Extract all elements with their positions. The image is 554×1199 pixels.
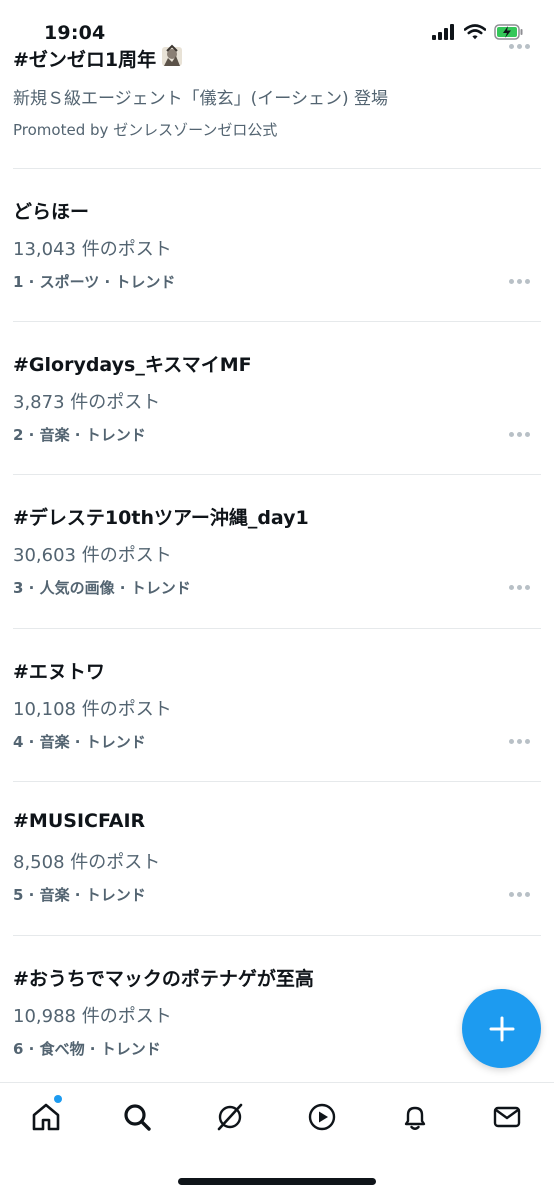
promoted-trend-title-row: #ゼンゼロ1周年 [13, 44, 184, 73]
trend-post-count: 8,508 件のポスト [13, 852, 161, 873]
explore-feed: #ゼンゼロ1周年 新規Ｓ級エージェント「儀玄」(イーシェン) 登場 Promot… [0, 0, 554, 1082]
promoted-emoji-icon [160, 44, 184, 73]
tab-home[interactable] [26, 1099, 66, 1135]
trend-meta: 3 · 人気の画像 · トレンド [13, 579, 191, 597]
grok-icon [217, 1103, 243, 1131]
home-icon [32, 1103, 60, 1131]
home-indicator[interactable] [178, 1178, 376, 1185]
mail-icon [493, 1106, 521, 1128]
cellular-signal-icon [432, 24, 454, 40]
battery-charging-icon [494, 24, 523, 40]
trend-post-count: 10,988 件のポスト [13, 1006, 172, 1027]
trend-post-count: 13,043 件のポスト [13, 239, 172, 260]
trend-title: #MUSICFAIR [13, 810, 146, 832]
trend-item[interactable]: #Glorydays_キスマイMF 3,873 件のポスト 2 · 音楽 · ト… [0, 322, 554, 474]
trend-title: #デレステ10thツアー沖縄_day1 [13, 507, 309, 529]
trend-item[interactable]: #MUSICFAIR 8,508 件のポスト 5 · 音楽 · トレンド [0, 782, 554, 934]
more-horizontal-icon[interactable] [509, 432, 530, 437]
more-horizontal-icon[interactable] [509, 892, 530, 897]
search-icon [124, 1104, 151, 1131]
trend-item[interactable]: どらほー 13,043 件のポスト 1 · スポーツ · トレンド [0, 169, 554, 321]
trend-title: #エヌトワ [13, 661, 105, 683]
promoted-trend-description: 新規Ｓ級エージェント「儀玄」(イーシェン) 登場 [13, 89, 388, 109]
bell-icon [404, 1106, 426, 1130]
trend-item[interactable]: #エヌトワ 10,108 件のポスト 4 · 音楽 · トレンド [0, 629, 554, 781]
plus-icon [489, 1016, 514, 1041]
trend-meta: 2 · 音楽 · トレンド [13, 426, 146, 444]
more-horizontal-icon[interactable] [509, 585, 530, 590]
trend-title: どらほー [13, 201, 90, 223]
tab-search[interactable] [117, 1099, 157, 1135]
status-icons [432, 24, 524, 40]
trend-meta: 1 · スポーツ · トレンド [13, 273, 176, 291]
tab-video[interactable] [302, 1099, 342, 1135]
promoted-trend-title: #ゼンゼロ1周年 [13, 49, 157, 71]
promoted-by-label: Promoted by ゼンレスゾーンゼロ公式 [13, 121, 278, 139]
play-icon [308, 1103, 336, 1131]
trend-meta: 4 · 音楽 · トレンド [13, 733, 146, 751]
trend-title: #Glorydays_キスマイMF [13, 354, 252, 376]
trend-post-count: 10,108 件のポスト [13, 699, 172, 720]
tab-grok[interactable] [210, 1099, 250, 1135]
tab-notifications[interactable] [395, 1099, 435, 1135]
compose-button[interactable] [462, 989, 541, 1068]
trend-meta: 5 · 音楽 · トレンド [13, 886, 146, 904]
trend-item[interactable]: #デレステ10thツアー沖縄_day1 30,603 件のポスト 3 · 人気の… [0, 475, 554, 627]
status-time: 19:04 [44, 22, 106, 44]
trend-meta: 6 · 食べ物 · トレンド [13, 1040, 161, 1058]
trend-title: #おうちでマックのポテナゲが至高 [13, 968, 314, 990]
trend-post-count: 30,603 件のポスト [13, 545, 172, 566]
wifi-icon [464, 24, 486, 40]
more-horizontal-icon[interactable] [509, 279, 530, 284]
trend-post-count: 3,873 件のポスト [13, 392, 161, 413]
status-bar: 19:04 [0, 0, 554, 48]
tab-messages[interactable] [487, 1099, 527, 1135]
home-badge-dot [54, 1095, 62, 1103]
more-horizontal-icon[interactable] [509, 739, 530, 744]
